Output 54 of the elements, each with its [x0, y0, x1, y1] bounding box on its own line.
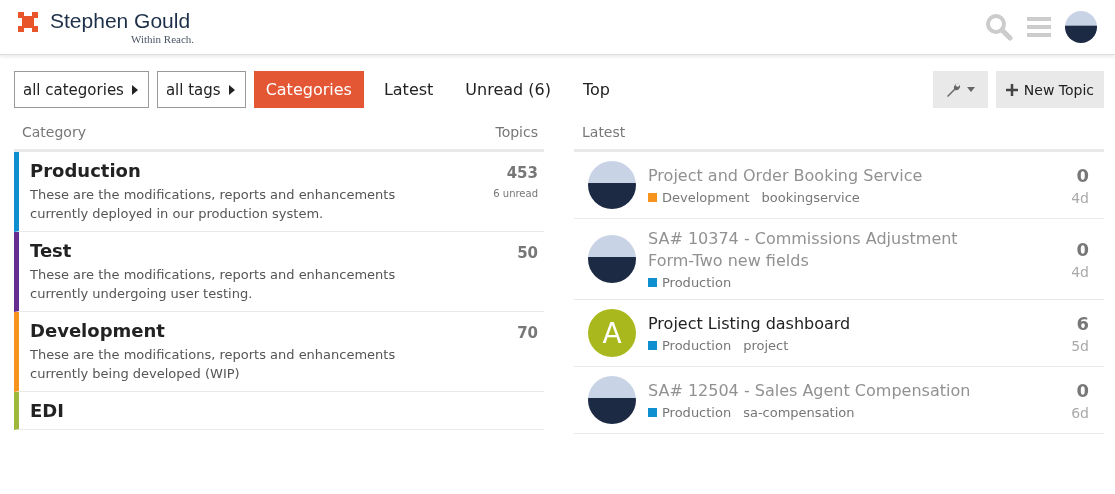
topic-age: 6d [1071, 404, 1089, 421]
topic-count: 453 [506, 164, 538, 182]
reply-count: 0 [1076, 164, 1089, 186]
topic-age: 5d [1071, 337, 1089, 354]
topic-count: 70 [517, 324, 538, 342]
nav-tab[interactable]: Latest [371, 71, 446, 108]
column-heading: Latest [582, 124, 626, 140]
avatar-photo-placeholder[interactable] [588, 161, 636, 209]
filter-dropdown[interactable]: all tags [156, 71, 246, 108]
nav-tab[interactable]: Unread (6) [453, 71, 563, 108]
category-row[interactable]: Production These are the modifications, reports and enhancements currently deployed in our production system. 453 6 unread [14, 152, 544, 232]
category-row[interactable]: Test These are the modifications, reports and enhancements currently undergoing user testing. 50 [14, 232, 544, 312]
caret-icon [228, 84, 235, 95]
reply-count: 0 [1076, 238, 1089, 260]
topic-tag[interactable]: project [743, 338, 789, 353]
category-description: These are the modifications, reports and enhancements currently deployed in our production system. [30, 186, 397, 223]
avatar-photo-placeholder[interactable] [588, 376, 636, 424]
brand-tagline: Within Reach. [131, 33, 195, 45]
nav-tab[interactable]: Categories [253, 71, 364, 108]
caret-icon [131, 84, 138, 95]
category-name[interactable]: Development [30, 320, 450, 341]
category-description: These are the modifications, reports and enhancements currently undergoing user testing. [30, 266, 397, 303]
category-badge[interactable]: Development [648, 190, 750, 205]
logo-icon [15, 9, 41, 35]
topic-tag[interactable]: sa-compensation [743, 405, 855, 420]
unread-count[interactable]: 6 unread [493, 188, 538, 199]
category-name[interactable]: Production [30, 160, 450, 181]
brand-name: Stephen Gould [50, 9, 191, 33]
category-name[interactable]: EDI [30, 400, 64, 421]
category-badge[interactable]: Production [648, 275, 732, 290]
wrench-icon [945, 81, 962, 98]
filter-dropdown[interactable]: all categories [14, 71, 149, 108]
reply-count: 6 [1076, 312, 1089, 334]
user-avatar[interactable] [1065, 11, 1097, 43]
category-row[interactable]: EDI [14, 392, 544, 430]
topic-count: 50 [517, 244, 538, 262]
category-row[interactable]: Development These are the modifications, reports and enhancements currently being developed (WIP) 70 [14, 312, 544, 392]
category-badge[interactable]: Production [648, 405, 732, 420]
category-name[interactable]: Test [30, 240, 450, 261]
topic-age: 4d [1071, 263, 1089, 280]
plus-icon [1005, 83, 1018, 96]
column-heading: Category [22, 124, 86, 140]
topic-tag[interactable]: bookingservice [761, 190, 860, 205]
new-topic-button[interactable]: New Topic [995, 71, 1104, 108]
column-heading: Topics [495, 124, 538, 140]
nav-tab[interactable]: Top [571, 71, 622, 108]
category-description: These are the modifications, reports and enhancements currently being developed (WIP) [30, 346, 397, 383]
avatar-photo-placeholder[interactable] [588, 235, 636, 283]
reply-count: 0 [1076, 379, 1089, 401]
caret-down-icon [967, 87, 976, 92]
category-badge[interactable]: Production [648, 338, 732, 353]
topic-age: 4d [1071, 189, 1089, 206]
wrench-dropdown-button[interactable] [932, 71, 988, 108]
topic-title[interactable]: Project Listing dashboard [648, 313, 978, 335]
